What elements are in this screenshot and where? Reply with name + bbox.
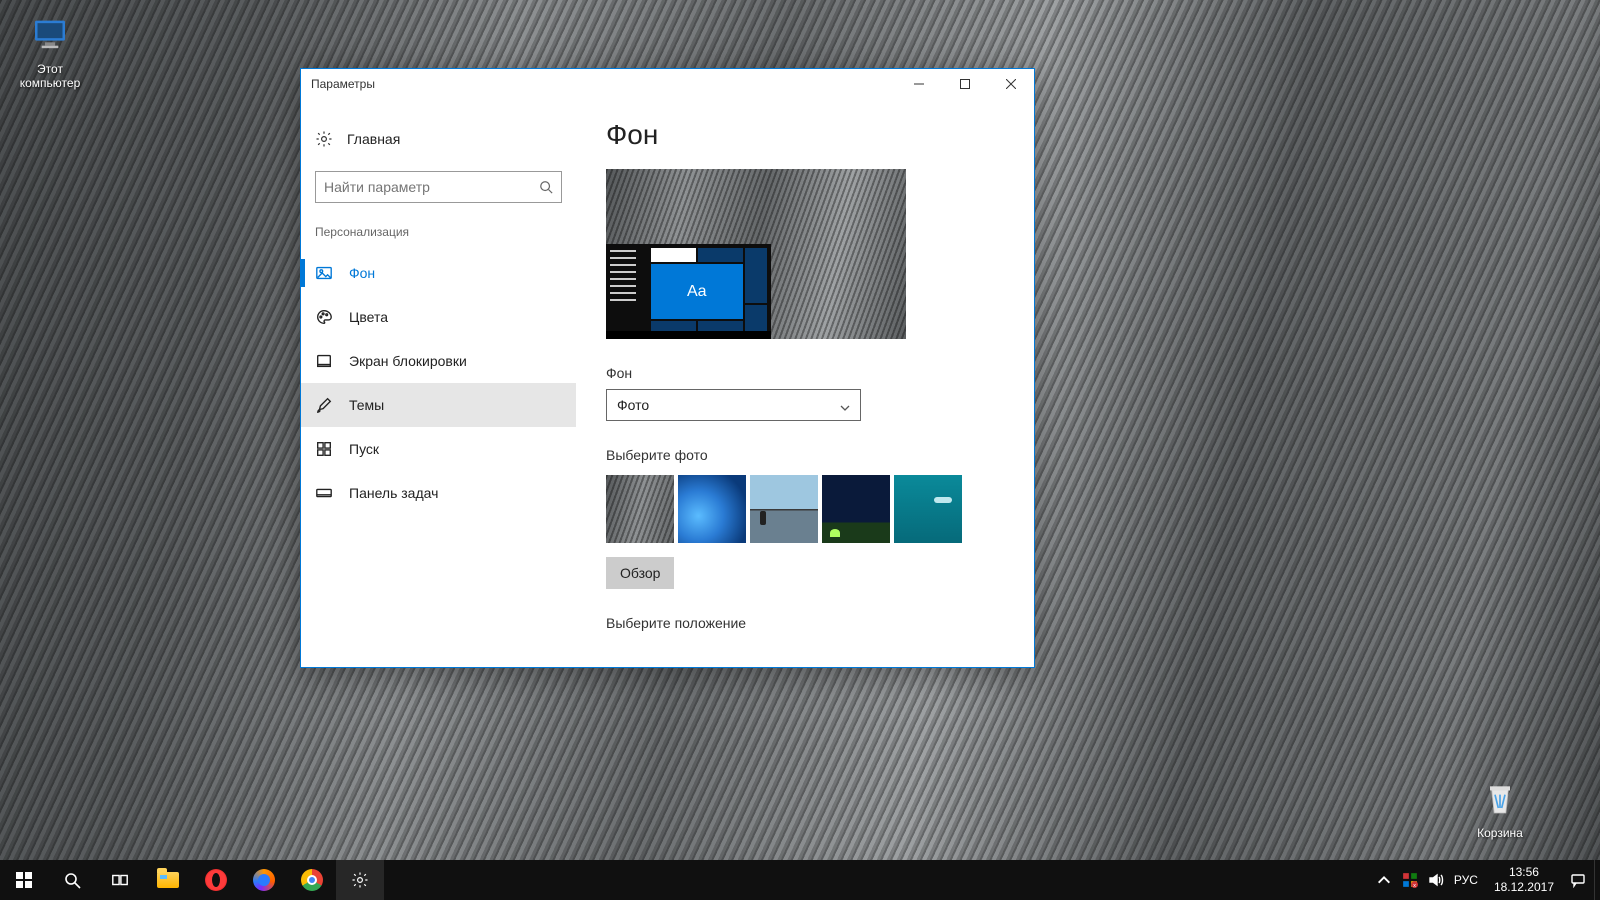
desktop-icon-label: Корзина: [1460, 826, 1540, 840]
taskbar-app-firefox[interactable]: [240, 860, 288, 900]
lockscreen-icon: [315, 352, 333, 370]
nav-background[interactable]: Фон: [301, 251, 576, 295]
dropdown-value: Фото: [617, 397, 649, 413]
preview-sample-tile: Aa: [651, 264, 743, 319]
chrome-icon: [301, 869, 323, 891]
tray-overflow-icon[interactable]: [1376, 872, 1392, 888]
photo-thumbnail[interactable]: [750, 475, 818, 543]
chevron-down-icon: [840, 400, 850, 410]
background-label: Фон: [606, 365, 1004, 381]
nav-themes[interactable]: Темы: [301, 383, 576, 427]
nav-start[interactable]: Пуск: [301, 427, 576, 471]
photo-thumbnails: [606, 475, 1004, 543]
window-titlebar[interactable]: Параметры: [301, 69, 1034, 99]
computer-icon: [26, 10, 74, 58]
nav-taskbar[interactable]: Панель задач: [301, 471, 576, 515]
taskbar-icon: [315, 484, 333, 502]
taskbar: x РУС 13:56 18.12.2017: [0, 860, 1600, 900]
settings-content: Фон Aa Фон Фото Вы: [576, 99, 1034, 667]
photo-thumbnail[interactable]: [678, 475, 746, 543]
category-title: Персонализация: [301, 225, 576, 251]
nav-label: Фон: [349, 265, 375, 281]
task-view-button[interactable]: [96, 860, 144, 900]
maximize-button[interactable]: [942, 69, 988, 99]
search-icon: [539, 180, 553, 194]
file-explorer-icon: [157, 872, 179, 888]
search-box[interactable]: [315, 171, 562, 203]
nav-label: Темы: [349, 397, 384, 413]
svg-text:x: x: [1413, 883, 1416, 888]
minimize-button[interactable]: [896, 69, 942, 99]
tray-time: 13:56: [1494, 865, 1554, 880]
home-label: Главная: [347, 131, 400, 147]
tray-clock[interactable]: 13:56 18.12.2017: [1488, 865, 1560, 895]
start-button[interactable]: [0, 860, 48, 900]
photo-thumbnail[interactable]: [606, 475, 674, 543]
tray-date: 18.12.2017: [1494, 880, 1554, 895]
home-button[interactable]: Главная: [301, 119, 576, 159]
settings-sidebar: Главная Персонализация Фон Цвета Экран б…: [301, 99, 576, 667]
taskbar-app-chrome[interactable]: [288, 860, 336, 900]
tray-language[interactable]: РУС: [1454, 873, 1478, 887]
firefox-icon: [253, 869, 275, 891]
position-label: Выберите положение: [606, 615, 1004, 631]
action-center-icon[interactable]: [1570, 872, 1586, 888]
taskbar-app-explorer[interactable]: [144, 860, 192, 900]
tray-volume-icon[interactable]: [1428, 872, 1444, 888]
recycle-bin-icon: [1476, 774, 1524, 822]
background-preview: Aa: [606, 169, 906, 339]
gear-icon: [315, 130, 333, 148]
nav-label: Цвета: [349, 309, 388, 325]
desktop-icon-this-pc[interactable]: Этот компьютер: [10, 10, 90, 90]
desktop-icon-label: Этот компьютер: [10, 62, 90, 90]
nav-label: Пуск: [349, 441, 379, 457]
nav-label: Экран блокировки: [349, 353, 467, 369]
search-input[interactable]: [324, 179, 539, 195]
taskbar-search-button[interactable]: [48, 860, 96, 900]
picture-icon: [315, 264, 333, 282]
system-tray: x РУС 13:56 18.12.2017: [1368, 860, 1594, 900]
nav-label: Панель задач: [349, 485, 438, 501]
start-icon: [315, 440, 333, 458]
settings-window: Параметры Главная Персонализация: [300, 68, 1035, 668]
tray-security-icon[interactable]: x: [1402, 872, 1418, 888]
page-heading: Фон: [606, 119, 1004, 151]
choose-photo-label: Выберите фото: [606, 447, 1004, 463]
photo-thumbnail[interactable]: [822, 475, 890, 543]
photo-thumbnail[interactable]: [894, 475, 962, 543]
taskbar-app-opera[interactable]: [192, 860, 240, 900]
browse-button[interactable]: Обзор: [606, 557, 674, 589]
nav-lockscreen[interactable]: Экран блокировки: [301, 339, 576, 383]
background-dropdown[interactable]: Фото: [606, 389, 861, 421]
close-button[interactable]: [988, 69, 1034, 99]
brush-icon: [315, 396, 333, 414]
show-desktop-button[interactable]: [1594, 860, 1600, 900]
window-title: Параметры: [311, 77, 375, 91]
taskbar-app-settings[interactable]: [336, 860, 384, 900]
nav-colors[interactable]: Цвета: [301, 295, 576, 339]
palette-icon: [315, 308, 333, 326]
desktop-icon-recycle-bin[interactable]: Корзина: [1460, 774, 1540, 840]
opera-icon: [205, 869, 227, 891]
